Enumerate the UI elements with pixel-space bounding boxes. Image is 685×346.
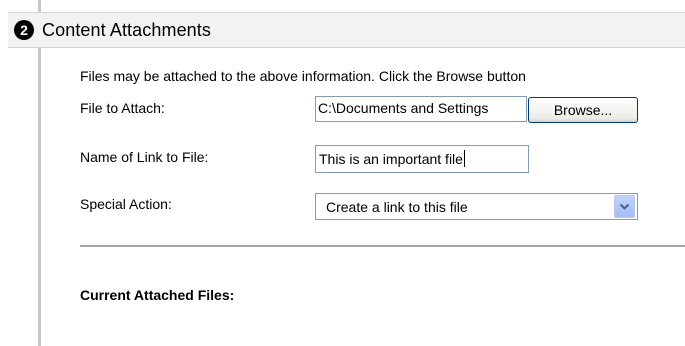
file-path-input[interactable]: C:\Documents and Settings [315,96,527,122]
link-name-value: This is an important file [319,151,463,167]
chevron-down-icon[interactable] [614,195,635,218]
section-divider [80,245,685,247]
current-attached-files-label: Current Attached Files: [80,287,235,303]
file-to-attach-label: File to Attach: [80,100,165,116]
section-header: 2 Content Attachments [8,12,685,48]
link-name-input[interactable]: This is an important file [315,145,529,173]
left-gutter-line [38,0,41,346]
section-title: Content Attachments [42,19,211,40]
special-action-label: Special Action: [80,196,172,212]
step-number-badge: 2 [14,20,34,40]
instructions-text: Files may be attached to the above infor… [80,68,526,84]
special-action-select[interactable]: Create a link to this file [315,193,638,220]
browse-button[interactable]: Browse... [528,97,638,123]
special-action-selected-value: Create a link to this file [326,198,468,215]
text-caret [463,150,465,167]
link-name-label: Name of Link to File: [80,149,209,165]
